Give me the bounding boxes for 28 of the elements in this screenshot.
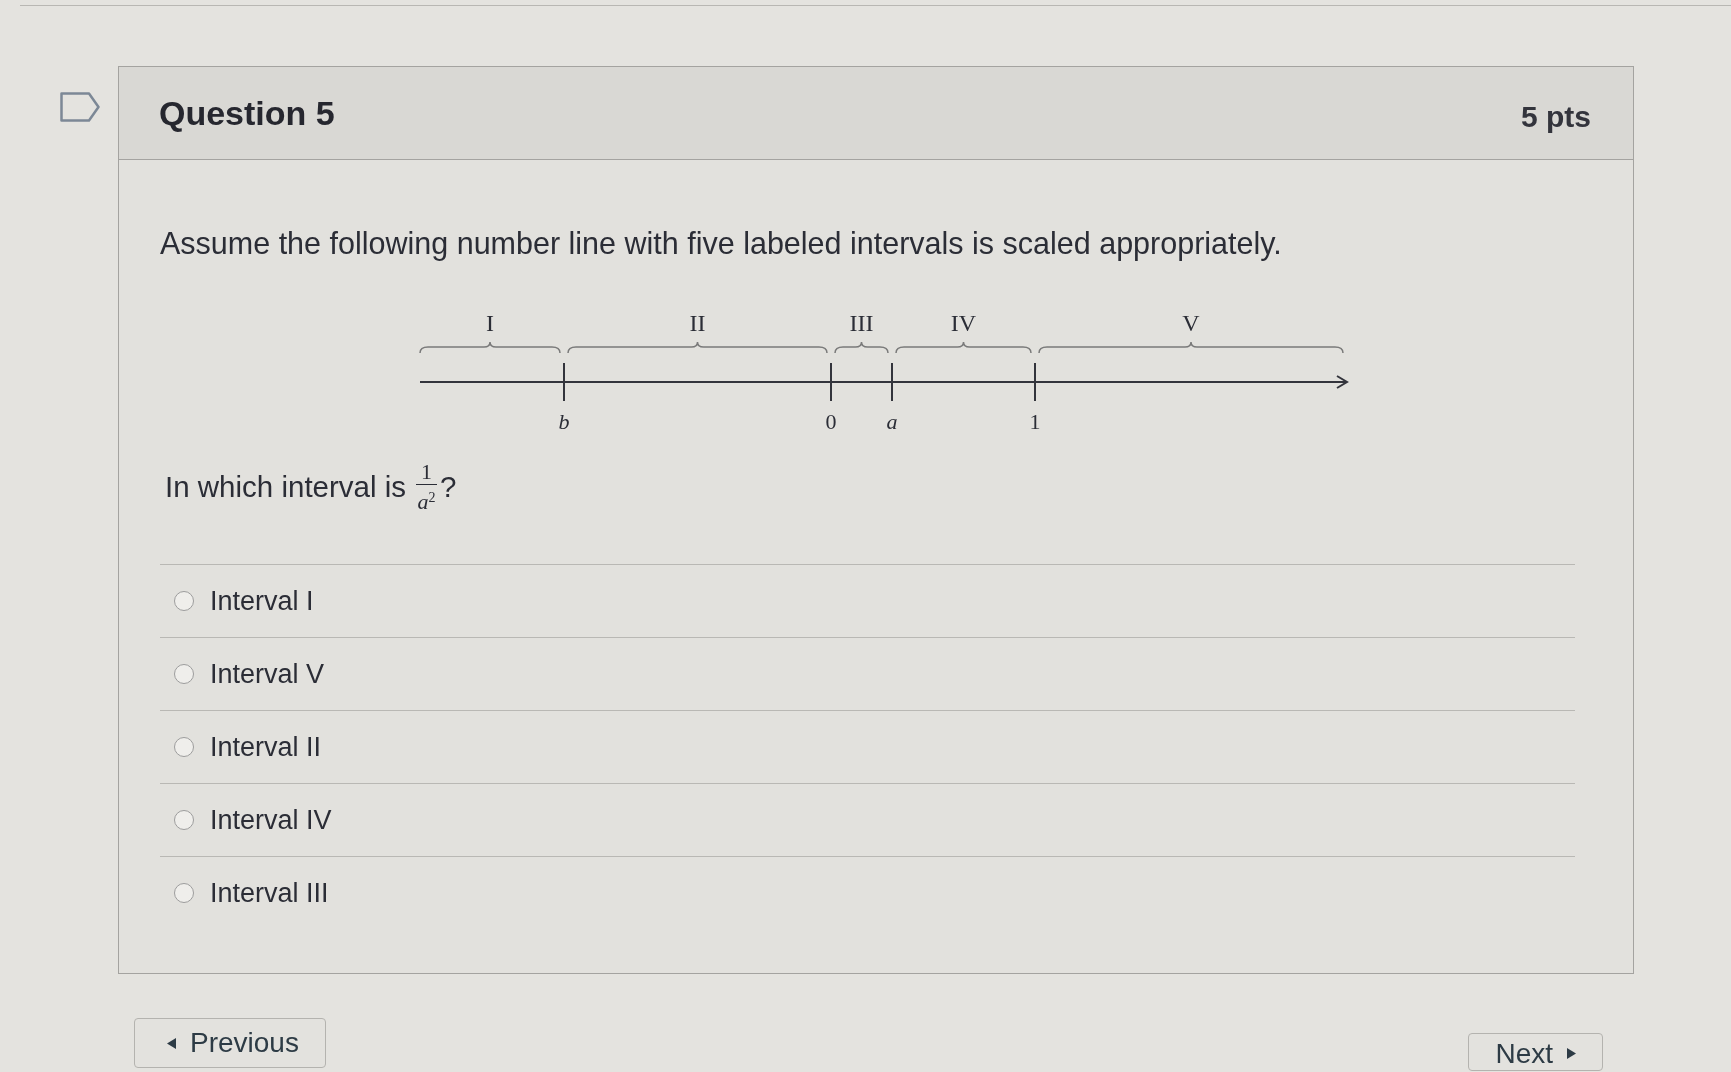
tick-label: a <box>886 409 898 434</box>
radio-button[interactable] <box>174 883 194 903</box>
interval-label: IV <box>950 310 977 336</box>
interval-label: III <box>849 310 874 336</box>
answer-label[interactable]: Interval V <box>210 658 325 690</box>
answer-label[interactable]: Interval II <box>210 731 322 763</box>
answer-label[interactable]: Interval IV <box>210 804 332 836</box>
radio-button[interactable] <box>174 810 194 830</box>
interval-label: I <box>486 310 494 336</box>
question-title: Question 5 <box>159 93 335 133</box>
tick-label: 1 <box>1029 409 1041 434</box>
previous-button[interactable]: Previous <box>134 1018 326 1068</box>
caret-left-icon <box>167 1037 176 1049</box>
tag-icon[interactable] <box>60 92 100 122</box>
radio-button[interactable] <box>174 664 194 684</box>
tick-label: b <box>558 409 570 434</box>
interval-brace <box>834 341 889 354</box>
next-button[interactable]: Next <box>1468 1033 1603 1071</box>
radio-button[interactable] <box>174 737 194 757</box>
caret-right-icon <box>1567 1048 1576 1059</box>
answer-label[interactable]: Interval III <box>210 877 329 909</box>
interval-label: II <box>689 310 706 336</box>
radio-button[interactable] <box>174 591 194 611</box>
question-text: Assume the following number line with five labeled intervals is scaled appropriately. <box>160 225 1283 262</box>
answer-label[interactable]: Interval I <box>210 585 314 617</box>
question-points: 5 pts <box>1520 100 1591 134</box>
interval-label: V <box>1182 310 1200 336</box>
tick-label: 0 <box>825 409 837 434</box>
